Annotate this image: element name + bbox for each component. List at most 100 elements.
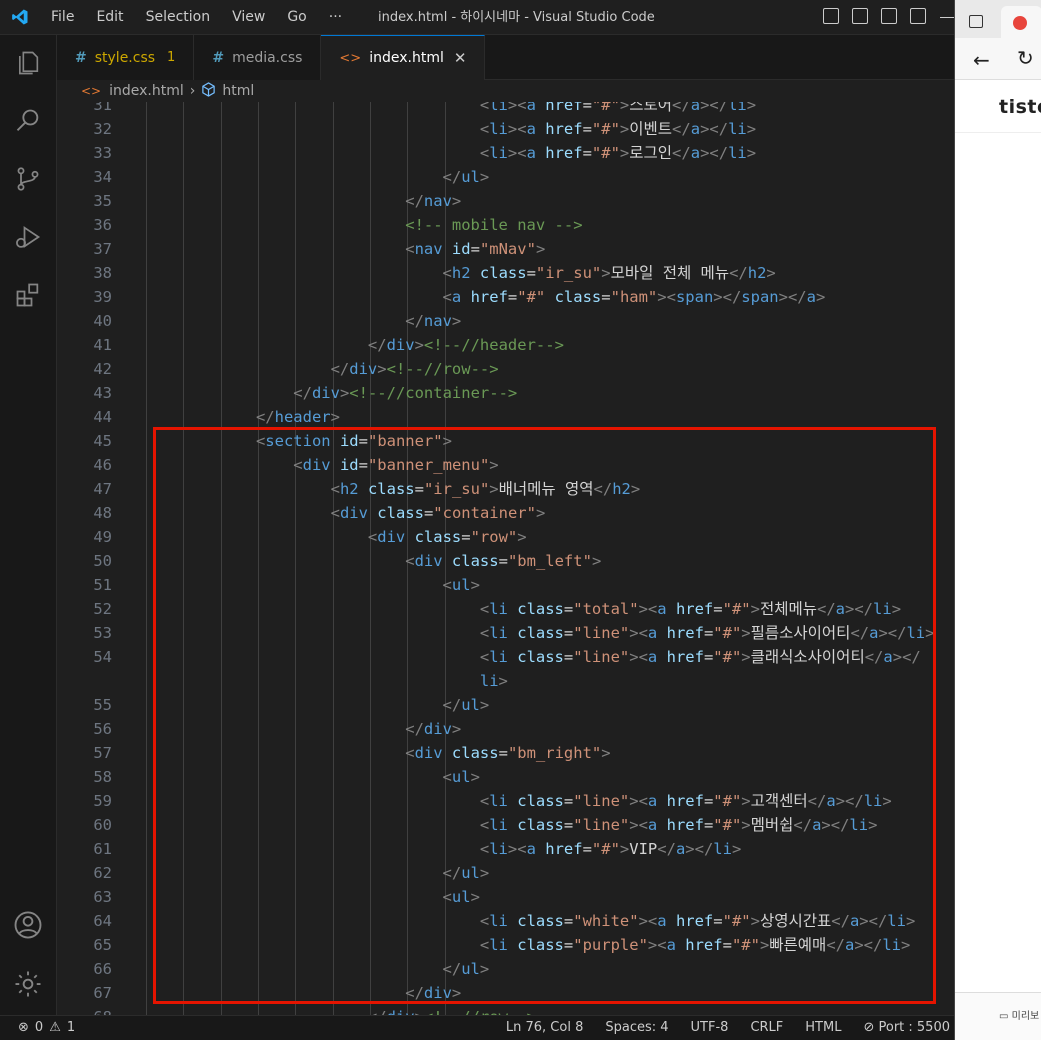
code-line[interactable]: 63 <ul> [57, 885, 937, 909]
breadcrumb: <> index.html › html [57, 80, 954, 102]
code-line[interactable]: 39 <a href="#" class="ham"><span></span><… [57, 285, 937, 309]
problem-count-badge: 1 [167, 50, 176, 65]
menu-edit[interactable]: Edit [85, 0, 134, 35]
menu-view[interactable]: View [221, 0, 276, 35]
encoding[interactable]: UTF-8 [691, 1016, 729, 1040]
code-line[interactable]: 59 <li class="line"><a href="#">고객센터</a><… [57, 789, 937, 813]
line-number: 32 [93, 120, 112, 138]
site-logo-text[interactable]: tisto [999, 96, 1041, 118]
code-line[interactable]: 43 </div><!--//container--> [57, 381, 937, 405]
code-line[interactable]: 46 <div id="banner_menu"> [57, 453, 937, 477]
live-server-port[interactable]: ⊘ Port : 5500 [863, 1016, 950, 1040]
end-of-line[interactable]: CRLF [750, 1016, 783, 1040]
error-count[interactable]: 0 [35, 1016, 43, 1040]
breadcrumb-file[interactable]: index.html [109, 83, 184, 99]
line-number: 44 [93, 408, 112, 426]
tab-index-html[interactable]: <> index.html ✕ [321, 35, 486, 80]
code-line[interactable]: 31 <li><a href="#">스토어</a></li> [57, 102, 937, 117]
css-hash-icon: # [212, 49, 225, 66]
code-line[interactable]: 53 <li class="line"><a href="#">필름소사이어티</… [57, 621, 937, 645]
code-text: </div><!--//container--> [293, 384, 518, 402]
code-line[interactable]: 57 <div class="bm_right"> [57, 741, 937, 765]
code-line[interactable]: 64 <li class="white"><a href="#">상영시간표</a… [57, 909, 937, 933]
source-control-icon[interactable] [13, 164, 43, 194]
line-number: 43 [93, 384, 112, 402]
reload-icon[interactable]: ↻ [1017, 46, 1034, 70]
back-arrow-icon[interactable]: ← [973, 48, 990, 72]
code-line[interactable]: 65 <li class="purple"><a href="#">빠른예매</a… [57, 933, 937, 957]
code-line[interactable]: 58 <ul> [57, 765, 937, 789]
code-line[interactable]: 41 </div><!--//header--> [57, 333, 937, 357]
cursor-position[interactable]: Ln 76, Col 8 [506, 1016, 583, 1040]
code-line[interactable]: 42 </div><!--//row--> [57, 357, 937, 381]
code-line[interactable]: 47 <h2 class="ir_su">배너메뉴 영역</h2> [57, 477, 937, 501]
code-line[interactable]: 68 </div><!--//row--> [57, 1005, 937, 1015]
code-text: <h2 class="ir_su">배너메뉴 영역</h2> [330, 480, 641, 498]
browser-tab[interactable] [1001, 6, 1041, 38]
close-tab-icon[interactable]: ✕ [454, 49, 467, 67]
minimap[interactable] [940, 102, 954, 1015]
error-icon[interactable]: ⊗ [18, 1016, 29, 1040]
code-line[interactable]: 34 </ul> [57, 165, 937, 189]
preview-label[interactable]: ▭ 미리보 [999, 1007, 1039, 1022]
menu-file[interactable]: File [40, 0, 85, 35]
extensions-icon[interactable] [13, 280, 43, 310]
tab-style-css[interactable]: # style.css 1 [57, 35, 195, 80]
code-text: </ul> [442, 168, 490, 186]
line-number: 39 [93, 288, 112, 306]
menu-selection[interactable]: Selection [135, 0, 222, 35]
menu-more[interactable]: ··· [318, 0, 353, 35]
vscode-logo-icon [0, 0, 40, 35]
toggle-primary-sidebar-icon[interactable] [823, 8, 839, 24]
search-icon[interactable] [13, 106, 43, 136]
code-line[interactable]: 32 <li><a href="#">이벤트</a></li> [57, 117, 937, 141]
code-line[interactable]: 51 <ul> [57, 573, 937, 597]
code-line[interactable]: 33 <li><a href="#">로그인</a></li> [57, 141, 937, 165]
code-line[interactable]: 56 </div> [57, 717, 937, 741]
divider [955, 132, 1041, 133]
code-line[interactable]: 49 <div class="row"> [57, 525, 937, 549]
code-editor[interactable]: 31 <li><a href="#">스토어</a></li> 32 <li><a h… [57, 102, 954, 1015]
code-line[interactable]: 45 <section id="banner"> [57, 429, 937, 453]
code-line[interactable]: 67 </div> [57, 981, 937, 1005]
tab-media-css[interactable]: # media.css [194, 35, 322, 80]
tab-actions-icon[interactable] [969, 15, 983, 28]
code-text: </header> [255, 408, 340, 426]
customize-layout-icon[interactable] [910, 8, 926, 24]
line-number: 46 [93, 456, 112, 474]
manage-gear-icon[interactable] [13, 969, 43, 999]
code-text: <!-- mobile nav --> [405, 216, 583, 234]
code-line[interactable]: 37 <nav id="mNav"> [57, 237, 937, 261]
code-line[interactable]: 54 <li class="line"><a href="#">클래식소사이어티<… [57, 645, 937, 669]
code-line[interactable]: 60 <li class="line"><a href="#">멤버쉽</a></… [57, 813, 937, 837]
toggle-secondary-sidebar-icon[interactable] [881, 8, 897, 24]
breadcrumb-symbol[interactable]: html [222, 83, 254, 99]
indentation[interactable]: Spaces: 4 [605, 1016, 668, 1040]
line-number: 52 [93, 600, 112, 618]
toggle-panel-icon[interactable] [852, 8, 868, 24]
minimize-window-icon[interactable] [940, 17, 954, 18]
code-line[interactable]: 36 <!-- mobile nav --> [57, 213, 937, 237]
accounts-icon[interactable] [13, 910, 43, 940]
code-text: <ul> [442, 576, 480, 594]
run-debug-icon[interactable] [13, 222, 43, 252]
code-line[interactable]: 52 <li class="total"><a href="#">전체메뉴</a>… [57, 597, 937, 621]
language-mode[interactable]: HTML [805, 1016, 841, 1040]
code-line[interactable]: 40 </nav> [57, 309, 937, 333]
code-line[interactable]: 50 <div class="bm_left"> [57, 549, 937, 573]
code-text: </div> [405, 720, 462, 738]
code-line[interactable]: 38 <h2 class="ir_su">모바일 전체 메뉴</h2> [57, 261, 937, 285]
code-line[interactable]: 61 <li><a href="#">VIP</a></li> [57, 837, 937, 861]
code-line[interactable]: 62 </ul> [57, 861, 937, 885]
warning-count[interactable]: 1 [67, 1016, 75, 1040]
explorer-icon[interactable] [13, 48, 43, 78]
code-line[interactable]: li> [57, 669, 937, 693]
code-line[interactable]: 44 </header> [57, 405, 937, 429]
browser-bottom-bar: ▭ 미리보 [955, 992, 1041, 1040]
menu-go[interactable]: Go [276, 0, 317, 35]
warning-icon[interactable]: ⚠ [49, 1016, 61, 1040]
code-line[interactable]: 66 </ul> [57, 957, 937, 981]
code-line[interactable]: 55 </ul> [57, 693, 937, 717]
code-line[interactable]: 48 <div class="container"> [57, 501, 937, 525]
code-line[interactable]: 35 </nav> [57, 189, 937, 213]
